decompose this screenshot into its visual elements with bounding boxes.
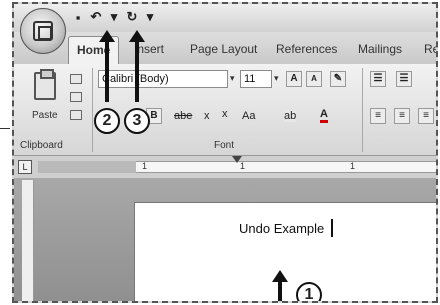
tab-review[interactable]: Re bbox=[424, 42, 436, 56]
ruler-margin bbox=[38, 161, 136, 173]
document-area: Undo Example bbox=[14, 178, 436, 301]
font-group-label: Font bbox=[214, 140, 235, 151]
margin-tick bbox=[0, 128, 10, 129]
format-painter-icon[interactable] bbox=[70, 110, 82, 120]
text-cursor bbox=[331, 219, 333, 237]
change-case-button[interactable]: Aa bbox=[242, 110, 255, 122]
document-page[interactable]: Undo Example bbox=[134, 202, 436, 301]
redo-icon[interactable]: ↻ bbox=[126, 9, 138, 25]
numbering-button[interactable]: ☰ bbox=[396, 71, 412, 87]
ruler-mark: 1 bbox=[142, 161, 148, 171]
indent-marker-icon[interactable] bbox=[232, 156, 242, 163]
ruler-mark: 1 bbox=[350, 161, 356, 171]
ribbon: Paste Clipboard Calibri (Body) ▾ 11 ▾ A … bbox=[14, 64, 436, 156]
font-color-button[interactable]: A bbox=[320, 108, 328, 123]
save-icon[interactable]: ▪ bbox=[72, 10, 84, 25]
tab-selector-icon[interactable]: L bbox=[18, 160, 32, 174]
clear-formatting-button[interactable]: ✎ bbox=[330, 71, 346, 87]
subscript-button[interactable]: x bbox=[204, 110, 210, 122]
customize-icon[interactable]: ▾ bbox=[144, 9, 156, 25]
quick-access-toolbar: ▪ ↶ ▾ ↻ ▾ bbox=[72, 8, 156, 26]
font-size-dropdown-icon[interactable]: ▾ bbox=[274, 73, 279, 84]
ruler-bar: L 1 1 1 bbox=[14, 156, 436, 178]
callout-3: 3 bbox=[124, 108, 150, 134]
clipboard-group-label: Clipboard bbox=[20, 140, 63, 151]
bullets-button[interactable]: ☰ bbox=[370, 71, 386, 87]
vertical-ruler bbox=[22, 180, 34, 301]
highlight-button[interactable]: ab bbox=[284, 110, 297, 122]
superscript-button[interactable]: x bbox=[222, 108, 228, 120]
tab-page-layout[interactable]: Page Layout bbox=[190, 42, 257, 56]
office-button[interactable] bbox=[20, 8, 66, 54]
callout-1: 1 bbox=[296, 282, 322, 301]
group-divider bbox=[92, 68, 93, 152]
document-text[interactable]: Undo Example bbox=[239, 221, 324, 236]
align-center-button[interactable]: ≡ bbox=[394, 108, 410, 124]
font-name-dropdown-icon[interactable]: ▾ bbox=[230, 73, 235, 84]
callout-arrow-3 bbox=[129, 30, 145, 102]
word-window: ▪ ↶ ▾ ↻ ▾ Home Insert Page Layout Refere… bbox=[12, 2, 438, 303]
group-divider bbox=[362, 68, 363, 152]
shrink-font-button[interactable]: A bbox=[306, 71, 322, 87]
copy-icon[interactable] bbox=[70, 92, 82, 102]
callout-arrow-1 bbox=[272, 270, 288, 301]
undo-dropdown-icon[interactable]: ▾ bbox=[108, 9, 120, 25]
strikethrough-button[interactable]: abe bbox=[174, 110, 192, 122]
title-bar: ▪ ↶ ▾ ↻ ▾ bbox=[14, 4, 436, 32]
font-name-box[interactable]: Calibri (Body) bbox=[98, 70, 228, 88]
font-size-box[interactable]: 11 bbox=[240, 70, 272, 88]
tab-references[interactable]: References bbox=[276, 42, 337, 56]
cut-icon[interactable] bbox=[70, 74, 82, 84]
align-right-button[interactable]: ≡ bbox=[418, 108, 434, 124]
horizontal-ruler[interactable]: 1 1 1 bbox=[136, 161, 436, 173]
ribbon-tabs: Home Insert Page Layout References Maili… bbox=[14, 32, 436, 64]
undo-icon[interactable]: ↶ bbox=[90, 9, 102, 25]
callout-2: 2 bbox=[94, 108, 120, 134]
office-logo-icon bbox=[33, 21, 53, 41]
tab-mailings[interactable]: Mailings bbox=[358, 42, 402, 56]
grow-font-button[interactable]: A bbox=[286, 71, 302, 87]
paste-icon[interactable] bbox=[34, 69, 56, 100]
align-left-button[interactable]: ≡ bbox=[370, 108, 386, 124]
callout-arrow-2 bbox=[99, 30, 115, 102]
paste-button-label[interactable]: Paste bbox=[32, 110, 58, 121]
